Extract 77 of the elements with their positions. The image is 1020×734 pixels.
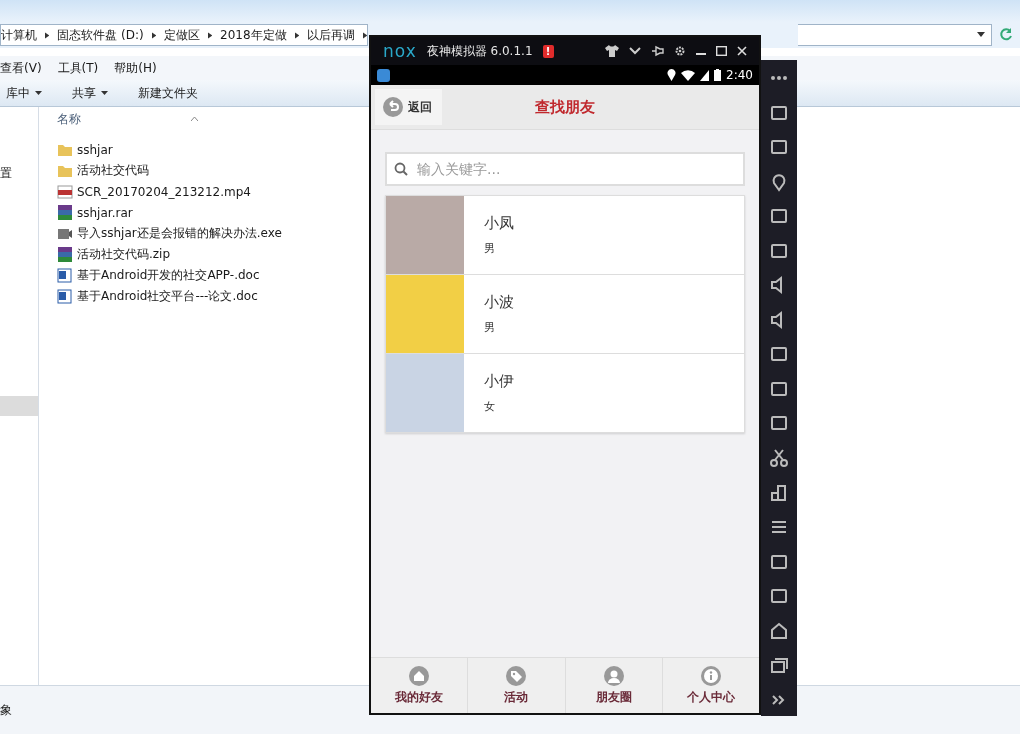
menu-item[interactable]: 查看(V) xyxy=(0,59,42,77)
shirt-icon[interactable] xyxy=(605,45,619,57)
recent-apps-icon[interactable] xyxy=(769,655,789,676)
breadcrumb-item[interactable]: 计算机 xyxy=(1,26,37,44)
page-title: 查找朋友 xyxy=(535,97,595,117)
status-text: 象 xyxy=(0,701,12,719)
folder-icon xyxy=(57,142,73,157)
clock: 2:40 xyxy=(726,68,753,82)
chevron-down-icon[interactable] xyxy=(629,47,641,55)
video-file-icon xyxy=(57,184,73,199)
chevron-icon xyxy=(45,31,50,39)
friend-row[interactable]: 小凤 男 xyxy=(386,196,744,275)
search-field[interactable]: 输入关键字... xyxy=(385,152,745,186)
nav-tab[interactable]: 个人中心 xyxy=(662,658,759,713)
refresh-icon[interactable] xyxy=(998,27,1014,43)
file-name[interactable]: SCR_20170204_213212.mp4 xyxy=(77,184,251,199)
scissors-icon[interactable] xyxy=(769,448,789,468)
file-name[interactable]: 导入sshjar还是会报错的解决办法.exe xyxy=(77,225,282,242)
bar-chart-icon[interactable] xyxy=(769,482,789,503)
column-header[interactable]: 名称 xyxy=(57,107,357,131)
friend-name: 小凤 xyxy=(484,214,514,233)
file-name[interactable]: sshjar xyxy=(77,142,113,157)
word-document-icon xyxy=(57,268,73,283)
home-icon[interactable] xyxy=(769,620,789,641)
chevron-icon xyxy=(207,31,213,39)
nav-tab[interactable]: 朋友圈 xyxy=(565,658,663,713)
folder-icon xyxy=(57,163,73,178)
address-bar[interactable]: 计算机 固态软件盘 (D:) 定做区 2018年定做 以后再调 xyxy=(0,24,368,46)
close-icon[interactable] xyxy=(737,46,747,56)
alert-badge[interactable]: ! xyxy=(542,44,554,58)
archive-icon xyxy=(57,247,73,262)
nav-item[interactable]: 置 xyxy=(0,165,38,182)
menu-item[interactable]: 帮助(H) xyxy=(114,59,157,77)
pin-icon[interactable] xyxy=(651,45,664,57)
nav-tab[interactable]: 我的好友 xyxy=(371,658,469,713)
friend-name: 小伊 xyxy=(484,372,514,391)
location-icon xyxy=(667,69,677,81)
program-icon xyxy=(57,226,73,241)
breadcrumb-item[interactable]: 固态软件盘 (D:) xyxy=(57,26,144,44)
friend-gender: 女 xyxy=(484,399,496,414)
chevron-icon xyxy=(294,31,299,39)
home-icon xyxy=(409,665,430,686)
friend-row[interactable]: 小伊 女 xyxy=(386,354,744,432)
tag-icon xyxy=(506,665,527,686)
file-name[interactable]: 活动社交代码 xyxy=(77,162,149,179)
breadcrumb-item[interactable]: 以后再调 xyxy=(306,26,355,44)
toolbar-button[interactable]: 库中 xyxy=(0,82,48,104)
dropdown-icon[interactable] xyxy=(977,32,985,38)
nav-tab[interactable]: 活动 xyxy=(468,658,566,713)
person-icon xyxy=(603,665,624,686)
friend-row[interactable]: 小波 男 xyxy=(386,275,744,354)
menu-item[interactable]: 工具(T) xyxy=(57,59,99,77)
friend-gender: 男 xyxy=(484,320,496,335)
app-icon xyxy=(377,68,390,82)
wifi-icon xyxy=(681,69,696,81)
nox-logo: nox xyxy=(383,41,417,61)
settings-icon[interactable] xyxy=(674,45,686,57)
friend-name: 小波 xyxy=(484,293,514,312)
file-name[interactable]: 基于Android社交平台---论文.doc xyxy=(77,288,258,305)
toolbar-button[interactable]: 新建文件夹 xyxy=(132,82,204,104)
chevron-icon xyxy=(362,31,367,39)
breadcrumb-item[interactable]: 定做区 xyxy=(163,26,200,44)
toolbar-button[interactable]: 共享 xyxy=(66,82,114,104)
breadcrumb-item[interactable]: 2018年定做 xyxy=(220,26,287,44)
file-name[interactable]: sshjar.rar xyxy=(77,205,133,220)
word-document-icon xyxy=(57,289,73,304)
signal-icon xyxy=(700,69,710,81)
archive-icon xyxy=(57,205,73,220)
back-button[interactable]: 返回 xyxy=(375,89,442,125)
file-name[interactable]: 基于Android开发的社交APP-.doc xyxy=(77,267,260,284)
battery-icon xyxy=(714,69,722,81)
chevron-icon xyxy=(151,31,156,39)
window-title: 夜神模拟器 6.0.1.1 xyxy=(426,42,533,60)
friend-gender: 男 xyxy=(484,241,496,256)
info-icon xyxy=(700,665,721,686)
file-name[interactable]: 活动社交代码.zip xyxy=(77,246,171,263)
maximize-icon[interactable] xyxy=(716,46,727,56)
